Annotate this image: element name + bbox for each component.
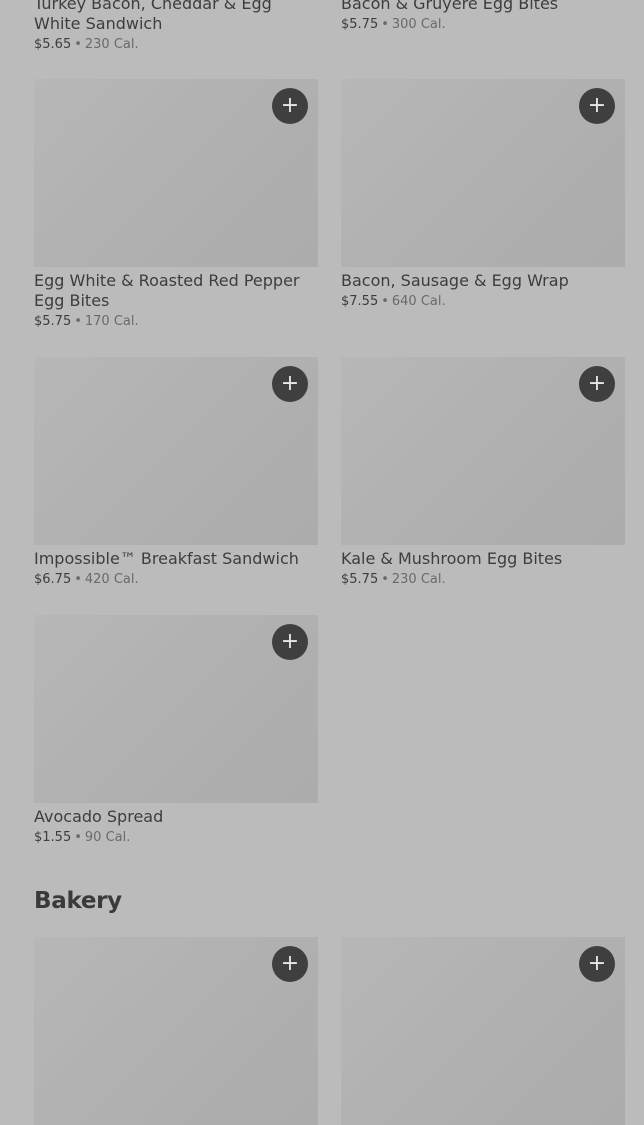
section-title-bakery: Bakery [34, 888, 122, 914]
item-meta: $5.65 • 230 Cal. [34, 36, 318, 54]
item-calories: 640 Cal. [391, 294, 446, 309]
item-image[interactable]: + [341, 937, 625, 1125]
item-name: Egg White & Roasted Red Pepper Egg Bites [34, 271, 300, 310]
item-meta: $5.75 • 230 Cal. [341, 571, 625, 589]
meta-separator: • [74, 314, 82, 329]
item-price: $5.75 [34, 314, 72, 329]
meta-separator: • [74, 572, 82, 587]
item-price: $7.55 [341, 294, 379, 309]
add-to-order-button[interactable]: + [272, 946, 308, 982]
item-image[interactable]: + [34, 615, 318, 803]
add-to-order-button[interactable]: + [272, 88, 308, 124]
item-image[interactable]: + [341, 357, 625, 545]
item-image[interactable]: + [34, 79, 318, 267]
menu-item-card[interactable]: + [341, 937, 625, 1125]
meta-separator: • [381, 572, 389, 587]
item-meta: $5.75 • 170 Cal. [34, 313, 318, 331]
menu-item-card[interactable]: + Egg White & Roasted Red Pepper Egg Bit… [34, 79, 318, 331]
item-calories: 170 Cal. [84, 314, 139, 329]
add-to-order-button[interactable]: + [579, 946, 615, 982]
item-name: Bacon, Sausage & Egg Wrap [341, 271, 569, 290]
item-calories: 90 Cal. [84, 830, 131, 845]
menu-item-card[interactable]: + Avocado Spread $1.55 • 90 Cal. [34, 615, 318, 847]
item-name: Turkey Bacon, Cheddar & Egg White Sandwi… [34, 0, 272, 33]
meta-separator: • [381, 17, 389, 32]
item-image[interactable]: + [34, 937, 318, 1125]
item-price: $5.75 [341, 572, 379, 587]
item-image[interactable]: + [341, 79, 625, 267]
item-price: $5.65 [34, 37, 72, 52]
item-price: $5.75 [341, 17, 379, 32]
menu-item-card[interactable]: Bacon & Gruyère Egg Bites $5.75 • 300 Cal. [341, 0, 625, 34]
item-calories: 300 Cal. [391, 17, 446, 32]
item-meta: $1.55 • 90 Cal. [34, 829, 318, 847]
item-meta: $6.75 • 420 Cal. [34, 571, 318, 589]
add-to-order-button[interactable]: + [272, 624, 308, 660]
menu-item-card[interactable]: + Kale & Mushroom Egg Bites $5.75 • 230 Ca… [341, 357, 625, 589]
item-meta: $7.55 • 640 Cal. [341, 293, 625, 311]
item-name: Impossible™ Breakfast Sandwich [34, 549, 299, 568]
add-to-order-button[interactable]: + [272, 366, 308, 402]
item-image[interactable]: + [34, 357, 318, 545]
meta-separator: • [381, 294, 389, 309]
menu-item-card[interactable]: + Bacon, Sausage & Egg Wrap $7.55 • 640 Ca… [341, 79, 625, 311]
meta-separator: • [74, 830, 82, 845]
item-meta: $5.75 • 300 Cal. [341, 16, 625, 34]
add-to-order-button[interactable]: + [579, 366, 615, 402]
menu-item-card[interactable]: Turkey Bacon, Cheddar & Egg White Sandwi… [34, 0, 318, 54]
item-name: Bacon & Gruyère Egg Bites [341, 0, 559, 13]
menu-item-card[interactable]: + [34, 937, 318, 1125]
item-calories: 420 Cal. [84, 572, 139, 587]
menu-item-card[interactable]: + Impossible™ Breakfast Sandwich $6.75 • 4… [34, 357, 318, 589]
meta-separator: • [74, 37, 82, 52]
item-name: Avocado Spread [34, 807, 164, 826]
add-to-order-button[interactable]: + [579, 88, 615, 124]
item-price: $6.75 [34, 572, 72, 587]
item-price: $1.55 [34, 830, 72, 845]
item-name: Kale & Mushroom Egg Bites [341, 549, 563, 568]
item-calories: 230 Cal. [391, 572, 446, 587]
item-calories: 230 Cal. [84, 37, 139, 52]
